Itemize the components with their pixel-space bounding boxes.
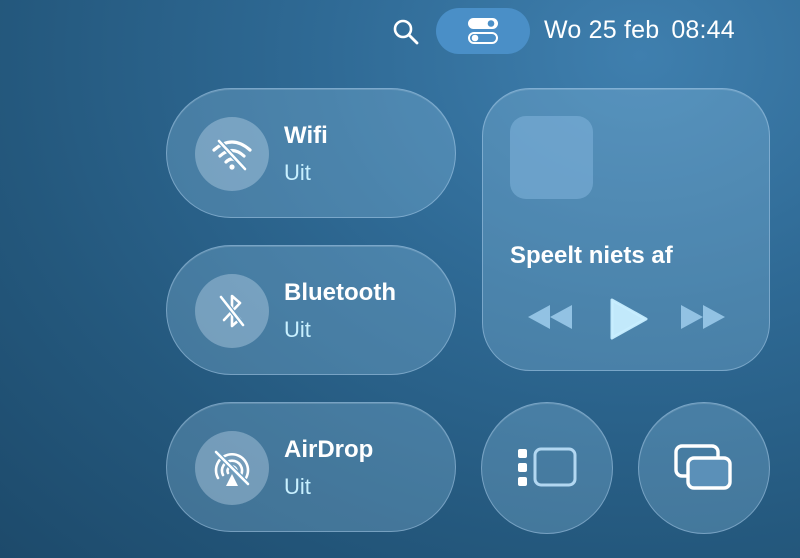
stage-manager-icon [518, 447, 577, 487]
album-art-placeholder [510, 116, 593, 199]
menu-bar-clock[interactable]: Wo 25 feb 08:44 [544, 16, 735, 45]
control-center-button[interactable] [436, 8, 530, 54]
play-icon[interactable] [609, 297, 649, 341]
bluetooth-control[interactable]: Bluetooth Uit [166, 245, 456, 375]
airdrop-toggle[interactable] [195, 431, 269, 505]
airdrop-off-icon [214, 450, 250, 486]
wifi-off-icon [212, 139, 252, 171]
airdrop-status: Uit [284, 474, 311, 499]
airdrop-control[interactable]: AirDrop Uit [166, 402, 456, 532]
airdrop-label: AirDrop [284, 436, 374, 463]
now-playing-text: Speelt niets af [510, 242, 673, 269]
stage-manager-button[interactable] [481, 402, 613, 534]
search-icon[interactable] [392, 18, 420, 46]
wifi-toggle[interactable] [195, 117, 269, 191]
menu-bar-date: Wo 25 feb [544, 16, 660, 44]
screen-mirroring-button[interactable] [638, 402, 770, 534]
rewind-icon[interactable] [526, 303, 574, 331]
bluetooth-label: Bluetooth [284, 279, 396, 306]
wifi-label: Wifi [284, 122, 328, 149]
bluetooth-toggle[interactable] [195, 274, 269, 348]
screen-mirroring-icon [674, 444, 732, 490]
menu-bar: Wo 25 feb 08:44 [0, 0, 800, 62]
control-center-icon [468, 18, 498, 44]
wifi-control[interactable]: Wifi Uit [166, 88, 456, 218]
bluetooth-status: Uit [284, 317, 311, 342]
menu-bar-time: 08:44 [671, 16, 735, 44]
now-playing-widget[interactable]: Speelt niets af [482, 88, 770, 371]
bluetooth-off-icon [219, 294, 245, 328]
wifi-status: Uit [284, 160, 311, 185]
fast-forward-icon[interactable] [679, 303, 727, 331]
